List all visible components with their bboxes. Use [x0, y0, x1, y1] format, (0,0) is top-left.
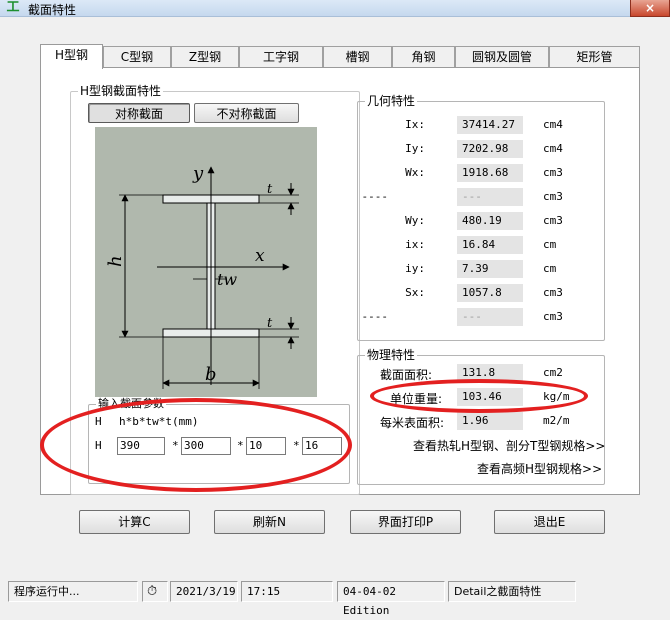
high-frequency-spec-link[interactable]: 查看高频H型钢规格>>	[477, 460, 602, 477]
web-thickness-input[interactable]: 10	[246, 437, 286, 455]
area-label: 截面面积:	[380, 368, 433, 382]
close-button[interactable]: ×	[630, 0, 670, 17]
separator-star: *	[237, 439, 244, 452]
surface-label: 每米表面积:	[380, 416, 445, 430]
status-date: 2021/3/19	[170, 581, 238, 602]
geometry-label: ----	[361, 190, 389, 203]
tab-c-steel[interactable]: C型钢	[103, 46, 171, 68]
print-button[interactable]: 界面打印P	[350, 510, 461, 534]
geometry-value: 7.39	[457, 260, 523, 278]
window-title: 截面特性	[28, 3, 77, 17]
format-prefix: H	[95, 415, 102, 428]
h-dimension-label: h	[105, 255, 126, 267]
tab-z-steel[interactable]: Z型钢	[171, 46, 239, 68]
geometry-value: 16.84	[457, 236, 523, 254]
status-detail: Detail之截面特性	[448, 581, 576, 602]
calculate-button[interactable]: 计算C	[79, 510, 190, 534]
tab-h-steel[interactable]: H型钢	[40, 44, 103, 69]
tab-angle[interactable]: 角钢	[392, 46, 455, 68]
geometry-label: Sx:	[405, 286, 425, 299]
geometry-unit: cm	[543, 262, 557, 275]
b-dimension-label: b	[205, 364, 217, 385]
t-bottom-label: t	[267, 316, 273, 331]
geometry-label: ----	[361, 310, 389, 323]
geometry-unit: cm3	[543, 310, 563, 323]
y-axis-label: y	[192, 163, 204, 184]
geometry-unit: cm4	[543, 118, 563, 131]
geometry-value: 1057.8	[457, 284, 523, 302]
geometry-value: 480.19	[457, 212, 523, 230]
geometry-value: ---	[457, 308, 523, 326]
geometry-unit: cm3	[543, 286, 563, 299]
area-unit: cm2	[543, 366, 563, 379]
geometry-label: iy:	[405, 262, 425, 275]
geometry-unit: cm3	[543, 190, 563, 203]
status-time: 17:15	[241, 581, 333, 602]
geometry-label: Wx:	[405, 166, 425, 179]
input-group-title: 输入截面参数	[96, 397, 166, 411]
geometry-group-title: 几何特性	[365, 94, 418, 108]
height-input[interactable]: 390	[117, 437, 165, 455]
h-section-drawing: y x h b tw t t	[105, 163, 299, 389]
geometry-value: 37414.27	[457, 116, 523, 134]
separator-star: *	[293, 439, 300, 452]
x-axis-label: x	[255, 246, 265, 266]
status-bar: 程序运行中... ⏱ 2021/3/19 17:15 04-04-02 Edit…	[0, 579, 670, 617]
app-icon: 工	[6, 0, 20, 15]
refresh-button[interactable]: 刷新N	[214, 510, 325, 534]
flange-thickness-input[interactable]: 16	[302, 437, 342, 455]
status-edition: 04-04-02 Edition	[337, 581, 445, 617]
asymmetric-button[interactable]: 不对称截面	[194, 103, 299, 123]
title-bar: 工 截面特性 ×	[0, 0, 670, 17]
geometry-label: Iy:	[405, 142, 425, 155]
physical-group-title: 物理特性	[365, 348, 418, 362]
geometry-unit: cm4	[543, 142, 563, 155]
tab-i-beam[interactable]: 工字钢	[239, 46, 323, 68]
geometry-label: Ix:	[405, 118, 425, 131]
area-value: 131.8	[457, 364, 523, 382]
weight-unit: kg/m	[543, 390, 570, 403]
weight-label: 单位重量:	[390, 392, 443, 406]
status-running: 程序运行中...	[8, 581, 138, 602]
exit-button[interactable]: 退出E	[494, 510, 605, 534]
surface-unit: m2/m	[543, 414, 570, 427]
geometry-unit: cm	[543, 238, 557, 251]
section-group-title: H型钢截面特性	[78, 84, 164, 98]
format-text: h*b*tw*t(mm)	[119, 415, 199, 428]
hot-rolled-spec-link[interactable]: 查看热轧H型钢、剖分T型钢规格>>	[413, 437, 605, 454]
geometry-unit: cm3	[543, 166, 563, 179]
surface-value: 1.96	[457, 412, 523, 430]
symmetric-button[interactable]: 对称截面	[88, 103, 190, 123]
weight-value: 103.46	[457, 388, 523, 406]
tab-channel[interactable]: 槽钢	[323, 46, 392, 68]
geometry-unit: cm3	[543, 214, 563, 227]
clock-icon: ⏱	[142, 581, 168, 602]
geometry-value: ---	[457, 188, 523, 206]
input-row-prefix: H	[95, 439, 102, 452]
t-top-label: t	[267, 182, 273, 197]
separator-star: *	[172, 439, 179, 452]
geometry-label: Wy:	[405, 214, 425, 227]
geometry-value: 7202.98	[457, 140, 523, 158]
width-input[interactable]: 300	[181, 437, 231, 455]
tab-round[interactable]: 圆钢及圆管	[455, 46, 549, 68]
h-section-diagram: y x h b tw t t	[95, 127, 317, 397]
geometry-value: 1918.68	[457, 164, 523, 182]
geometry-label: ix:	[405, 238, 425, 251]
tw-label: tw	[217, 270, 237, 289]
tab-rect-tube[interactable]: 矩形管	[549, 46, 640, 68]
